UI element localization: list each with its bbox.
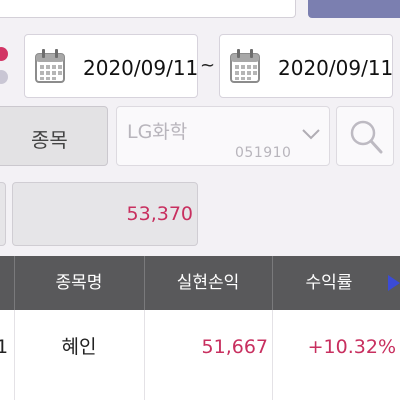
search-button[interactable]: [336, 106, 394, 166]
date-range-separator: ~: [200, 55, 216, 76]
top-action-button[interactable]: [308, 0, 400, 18]
row-index: 1: [0, 336, 9, 358]
end-date-picker[interactable]: 2020/09/11: [219, 34, 393, 98]
stock-button[interactable]: 종목: [0, 106, 108, 166]
radio-unselected[interactable]: [0, 70, 8, 84]
stock-code: 051910: [235, 145, 292, 161]
row-stock-name: 혜인: [61, 336, 97, 358]
table-header: 종목명 실현손익 수익률: [0, 256, 400, 310]
chevron-down-icon: [302, 129, 320, 140]
stock-button-label: 종목: [31, 128, 68, 152]
search-icon: [350, 120, 383, 154]
start-date-picker[interactable]: 2020/09/11: [24, 34, 198, 98]
scroll-right-arrow-icon[interactable]: [388, 275, 400, 291]
stock-select[interactable]: LG화학 051910: [116, 106, 330, 166]
table-row[interactable]: 1 혜인 51,667 +10.32%: [0, 310, 400, 400]
radio-selected[interactable]: [0, 47, 8, 61]
summary-value: 53,370: [126, 203, 193, 225]
header-stock-name: 종목명: [55, 273, 103, 293]
header-realized-profit: 실현손익: [176, 273, 240, 293]
start-date-text: 2020/09/11: [83, 56, 199, 80]
left-summary-box: [0, 182, 6, 246]
row-return-rate: +10.32%: [307, 336, 396, 358]
row-realized-profit: 51,667: [201, 336, 268, 358]
top-input-field[interactable]: [0, 0, 296, 18]
calendar-icon: [230, 49, 260, 83]
summary-value-box: 53,370: [12, 182, 198, 246]
calendar-icon: [35, 49, 65, 83]
header-return-rate: 수익률: [305, 273, 353, 293]
end-date-text: 2020/09/11: [278, 56, 394, 80]
stock-name: LG화학: [127, 121, 188, 143]
